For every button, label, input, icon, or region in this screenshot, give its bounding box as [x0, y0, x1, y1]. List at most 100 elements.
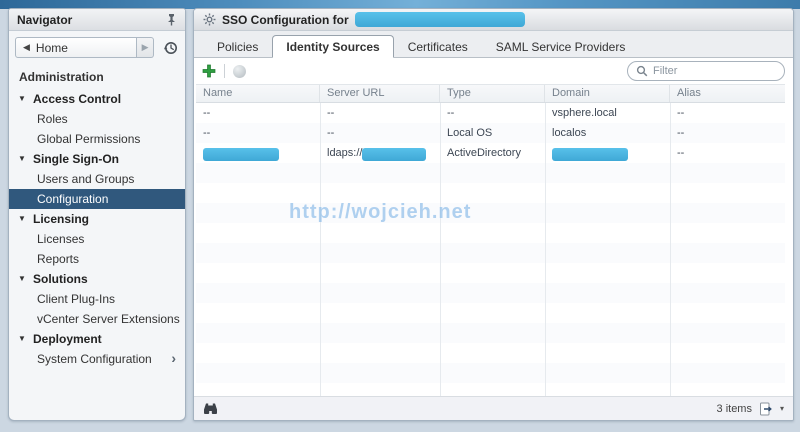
main-panel: SSO Configuration for Policies Identity S…: [193, 8, 795, 421]
sidebar-item-licenses[interactable]: Licenses: [9, 229, 185, 249]
sidebar-item-deployment[interactable]: ▼ Deployment: [9, 329, 185, 349]
redacted-value: [203, 148, 279, 162]
column-header-domain[interactable]: Domain: [545, 85, 670, 102]
sidebar-item-single-sign-on[interactable]: ▼ Single Sign-On: [9, 149, 185, 169]
cell-server_url: --: [327, 127, 335, 139]
sidebar-item-label: Roles: [37, 112, 68, 126]
navigator-header: Navigator: [9, 9, 185, 31]
column-header-type[interactable]: Type: [440, 85, 545, 102]
forward-button[interactable]: ▶: [137, 37, 154, 58]
binoculars-find-icon[interactable]: [203, 402, 218, 415]
sidebar-item-reports[interactable]: Reports: [9, 249, 185, 269]
sidebar-item-label: Access Control: [33, 92, 122, 106]
sidebar-item-label: Client Plug-Ins: [37, 292, 116, 306]
sidebar-item-label: Single Sign-On: [33, 152, 119, 166]
cell-type: Local OS: [447, 127, 493, 139]
sidebar-item-label: Global Permissions: [37, 132, 141, 146]
items-count: 3 items: [716, 402, 752, 415]
column-header-name[interactable]: Name: [196, 85, 320, 102]
pin-icon[interactable]: [166, 13, 177, 26]
sidebar-item-label: Users and Groups: [37, 172, 135, 186]
sidebar-item-system-configuration[interactable]: System Configuration ›: [9, 349, 185, 369]
sidebar-item-label: Solutions: [33, 272, 88, 286]
sidebar-item-client-plug-ins[interactable]: Client Plug-Ins: [9, 289, 185, 309]
collapse-arrow-icon[interactable]: ▼: [18, 269, 26, 289]
home-label: Home: [35, 40, 68, 55]
cell-type: ActiveDirectory: [447, 147, 521, 159]
cell-domain: vsphere.local: [552, 107, 617, 119]
cell-name: --: [203, 107, 211, 119]
export-icon[interactable]: [759, 402, 773, 416]
sidebar-item-global-permissions[interactable]: Global Permissions: [9, 129, 185, 149]
toolbar-separator: [224, 64, 225, 78]
table-rows: -- -- -- vsphere.local -- -- -- Local OS localos…: [196, 103, 785, 163]
tab-policies[interactable]: Policies: [203, 35, 272, 58]
redacted-title-value: [354, 12, 525, 27]
filter-input[interactable]: [653, 65, 795, 77]
back-arrow-icon[interactable]: ◀: [23, 42, 30, 53]
section-label-administration: Administration: [19, 70, 104, 84]
table-body: -- -- -- vsphere.local -- -- -- Local OS localos…: [196, 103, 785, 396]
magnifier-icon: [636, 65, 648, 77]
collapse-arrow-icon[interactable]: ▼: [18, 89, 26, 109]
sidebar-item-label: Reports: [37, 252, 80, 266]
tab-bar: Policies Identity Sources Certificates SAML…: [194, 31, 793, 58]
table-row[interactable]: -- -- -- vsphere.local --: [196, 103, 785, 123]
cell-domain: localos: [552, 127, 587, 139]
cell-name: [196, 143, 320, 163]
sidebar-item-vcenter-server-extensions[interactable]: vCenter Server Extensions: [9, 309, 185, 329]
table-row[interactable]: ldaps:// ActiveDirectory --: [196, 143, 785, 163]
cell-name: --: [203, 127, 211, 139]
navigation-controls: ◀ Home ▶: [9, 31, 185, 62]
sidebar-item-licensing[interactable]: ▼ Licensing: [9, 209, 185, 229]
nav-tree: ▼ Access Control Roles Global Permissions ▼ S…: [9, 89, 185, 369]
collapse-arrow-icon[interactable]: ▼: [18, 149, 26, 169]
sidebar-item-label: System Configuration: [37, 352, 152, 366]
table-row[interactable]: -- -- Local OS localos --: [196, 123, 785, 143]
column-header-server-url[interactable]: Server URL: [320, 85, 440, 102]
sidebar-item-configuration[interactable]: Configuration: [9, 189, 185, 209]
cell-type: --: [447, 107, 455, 119]
home-breadcrumb[interactable]: ◀ Home: [15, 37, 138, 58]
tab-saml-service-providers[interactable]: SAML Service Providers: [482, 35, 640, 58]
sidebar-item-solutions[interactable]: ▼ Solutions: [9, 269, 185, 289]
column-header-alias[interactable]: Alias: [670, 85, 785, 102]
sidebar-item-roles[interactable]: Roles: [9, 109, 185, 129]
status-bar: 3 items ▾: [194, 396, 793, 420]
collapse-arrow-icon[interactable]: ▼: [18, 329, 26, 349]
tab-identity-sources[interactable]: Identity Sources: [272, 35, 394, 58]
export-dropdown-caret-icon[interactable]: ▾: [780, 404, 784, 413]
collapse-arrow-icon[interactable]: ▼: [18, 209, 26, 229]
cell-server_url: --: [327, 107, 335, 119]
page-title: SSO Configuration for: [222, 12, 349, 27]
identity-sources-table: Name Server URL Type Domain Alias -- -- -- vsph…: [196, 84, 785, 396]
set-default-domain-button-disabled[interactable]: [233, 64, 246, 78]
add-identity-source-button[interactable]: [202, 64, 216, 78]
main-panel-header: SSO Configuration for: [194, 9, 793, 31]
navigator-panel: Navigator ◀ Home ▶ Administration ▼ Acces…: [8, 8, 186, 421]
sidebar-item-label: Licenses: [37, 232, 85, 246]
sidebar-item-label: vCenter Server Extensions: [37, 312, 180, 326]
recent-objects-button[interactable]: [163, 40, 179, 56]
filter-control[interactable]: ▾: [627, 61, 795, 81]
sidebar-item-label: Configuration: [37, 192, 109, 206]
gear-icon: [203, 13, 216, 26]
redacted-value: [552, 148, 628, 162]
forward-arrow-icon: ▶: [141, 42, 149, 52]
sidebar-item-access-control[interactable]: ▼ Access Control: [9, 89, 185, 109]
toolbar: ▾: [194, 58, 795, 84]
recent-objects-clock-icon: [163, 40, 179, 56]
cell-alias: --: [677, 107, 685, 119]
table-header: Name Server URL Type Domain Alias: [196, 84, 785, 103]
watermark: http://wojcieh.net: [289, 201, 472, 223]
sidebar-item-label: Licensing: [33, 212, 90, 226]
tab-certificates[interactable]: Certificates: [394, 35, 482, 58]
cell-alias: --: [677, 127, 685, 139]
cell-alias: --: [677, 147, 685, 159]
redacted-value: [362, 148, 427, 162]
navigator-title: Navigator: [17, 12, 73, 27]
identity-sources-content: ▾ NameServer URLTypeDomainAlias -- -- -- vs…: [194, 58, 795, 420]
cell-domain: [545, 143, 670, 163]
sidebar-item-users-and-groups[interactable]: Users and Groups: [9, 169, 185, 189]
chevron-right-icon[interactable]: ›: [171, 348, 176, 368]
